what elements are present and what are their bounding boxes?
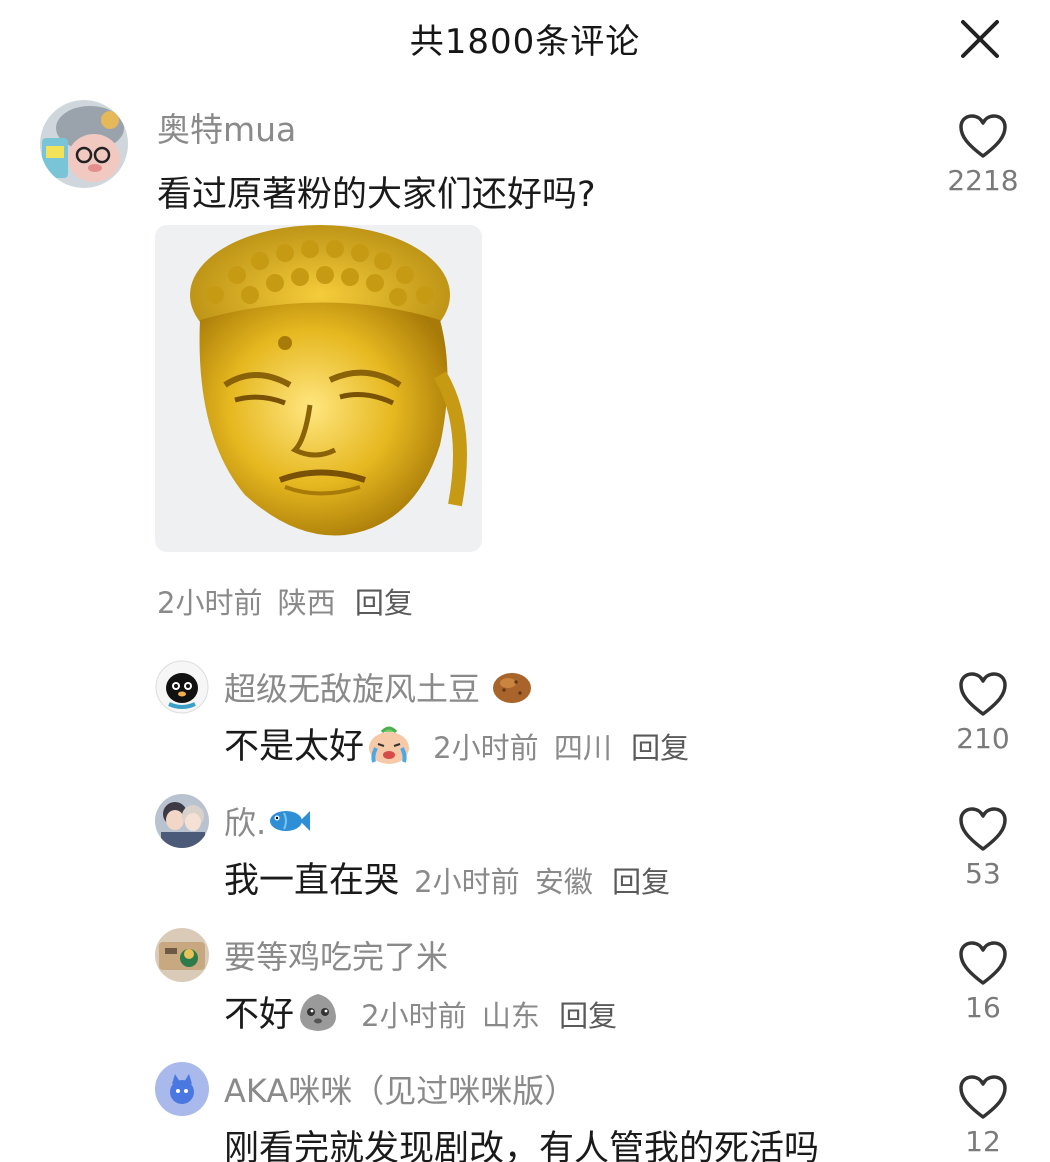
comments-header: 共1800条评论 <box>0 0 1050 80</box>
avatar[interactable] <box>155 660 209 714</box>
heart-icon[interactable] <box>957 670 1009 718</box>
golden-buddha-sticker[interactable] <box>155 225 482 552</box>
reply-button[interactable]: 回复 <box>612 865 670 899</box>
reply-line: 不是太好 2小时前 四川 回复 <box>224 718 689 775</box>
avatar[interactable] <box>40 100 128 188</box>
comment-username[interactable]: 奥特mua <box>157 103 296 151</box>
reply-button[interactable]: 回复 <box>631 731 689 765</box>
reply-location: 四川 <box>553 731 612 765</box>
like-count: 16 <box>965 991 1001 1024</box>
reply-text: 刚看完就发现剧改，有人管我的死活吗 <box>224 1129 820 1162</box>
reply-location: 安徽 <box>534 865 593 899</box>
like-count: 12 <box>965 1125 1001 1158</box>
like-group: 16 <box>938 939 1028 1024</box>
reply-line: 不好 2小时前 山东 回复 <box>224 986 617 1043</box>
like-count: 2218 <box>947 164 1019 197</box>
reply-username[interactable]: 要等鸡吃完了米 <box>224 932 448 978</box>
comment-location: 陕西 <box>277 586 336 620</box>
reply-username[interactable]: 欣. <box>224 798 312 845</box>
reply-text: 不是太好 <box>224 727 365 767</box>
comment-count-title: 共1800条评论 <box>409 22 641 62</box>
comment-meta: 2小时前 陕西 回复 <box>157 580 413 622</box>
reply-username[interactable]: AKA咪咪（见过咪咪版） <box>224 1066 576 1112</box>
heart-icon[interactable] <box>957 805 1009 853</box>
fish-emoji <box>266 805 312 845</box>
comments-panel: 共1800条评论 奥特mua 看过原著粉的大家们还好吗? 2小时前 陕西 回复 … <box>0 0 1050 1162</box>
like-count: 210 <box>956 722 1010 755</box>
heart-icon[interactable] <box>957 1073 1009 1121</box>
like-group: 2218 <box>938 112 1028 197</box>
reply-time: 2小时前 <box>433 731 539 765</box>
reply-username[interactable]: 超级无敌旋风土豆 <box>224 664 534 714</box>
reply-text: 我一直在哭 <box>224 861 400 901</box>
like-group: 12 <box>938 1073 1028 1158</box>
like-group: 210 <box>938 670 1028 755</box>
reply-line: 我一直在哭 2小时前 安徽 回复 <box>224 852 670 903</box>
heart-icon[interactable] <box>957 112 1009 160</box>
reply-location: 山东 <box>481 999 540 1033</box>
comment-text: 看过原著粉的大家们还好吗? <box>157 175 596 215</box>
heart-icon[interactable] <box>957 939 1009 987</box>
close-icon <box>961 20 999 58</box>
avatar[interactable] <box>155 928 209 982</box>
gray-blob-face-emoji <box>294 990 342 1043</box>
close-button[interactable] <box>955 14 1005 64</box>
avatar[interactable] <box>155 794 209 848</box>
crying-face-emoji <box>364 722 414 775</box>
potato-emoji <box>490 668 534 714</box>
like-group: 53 <box>938 805 1028 890</box>
like-count: 53 <box>965 857 1001 890</box>
reply-time: 2小时前 <box>414 865 520 899</box>
reply-button[interactable]: 回复 <box>355 586 413 620</box>
reply-text: 不好 <box>224 995 295 1035</box>
reply-button[interactable]: 回复 <box>559 999 617 1033</box>
avatar[interactable] <box>155 1062 209 1116</box>
reply-time: 2小时前 <box>361 999 467 1033</box>
comment-time: 2小时前 <box>157 586 263 620</box>
